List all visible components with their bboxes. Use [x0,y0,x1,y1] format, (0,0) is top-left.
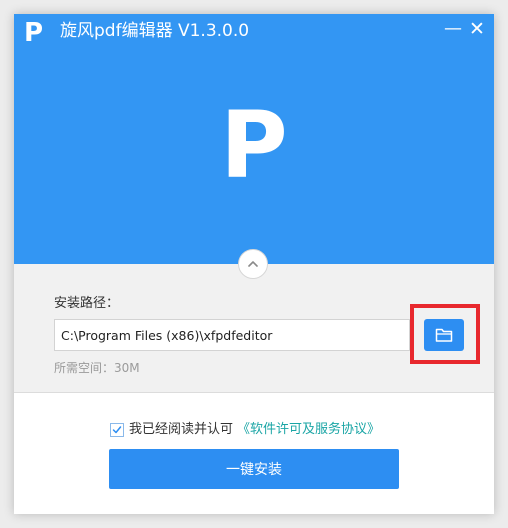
install-button[interactable]: 一键安装 [109,449,399,489]
close-button[interactable]: ✕ [466,18,488,40]
browse-folder-button[interactable] [424,319,464,351]
agree-text: 我已经阅读并认可 [129,422,234,437]
minimize-button[interactable]: — [442,18,464,40]
folder-icon [435,328,453,342]
installer-window: P 旋风pdf编辑器 V1.3.0.0 — ✕ P 安装路径： 所需空间：30M… [14,14,494,514]
license-agreement-link[interactable]: 《软件许可及服务协议》 [237,421,380,439]
checkmark-icon [112,426,122,434]
required-space-text: 所需空间：30M [54,361,140,375]
agree-checkbox[interactable] [110,423,124,437]
app-logo-large: P [220,92,288,199]
chevron-up-icon [248,261,258,267]
window-title: 旋风pdf编辑器 V1.3.0.0 [60,21,250,41]
app-logo-small: P [24,18,44,48]
install-path-input[interactable] [54,319,410,351]
collapse-button[interactable] [238,249,268,279]
install-path-label: 安装路径： [54,296,120,311]
hero-banner: P 旋风pdf编辑器 V1.3.0.0 — ✕ P [14,14,494,264]
